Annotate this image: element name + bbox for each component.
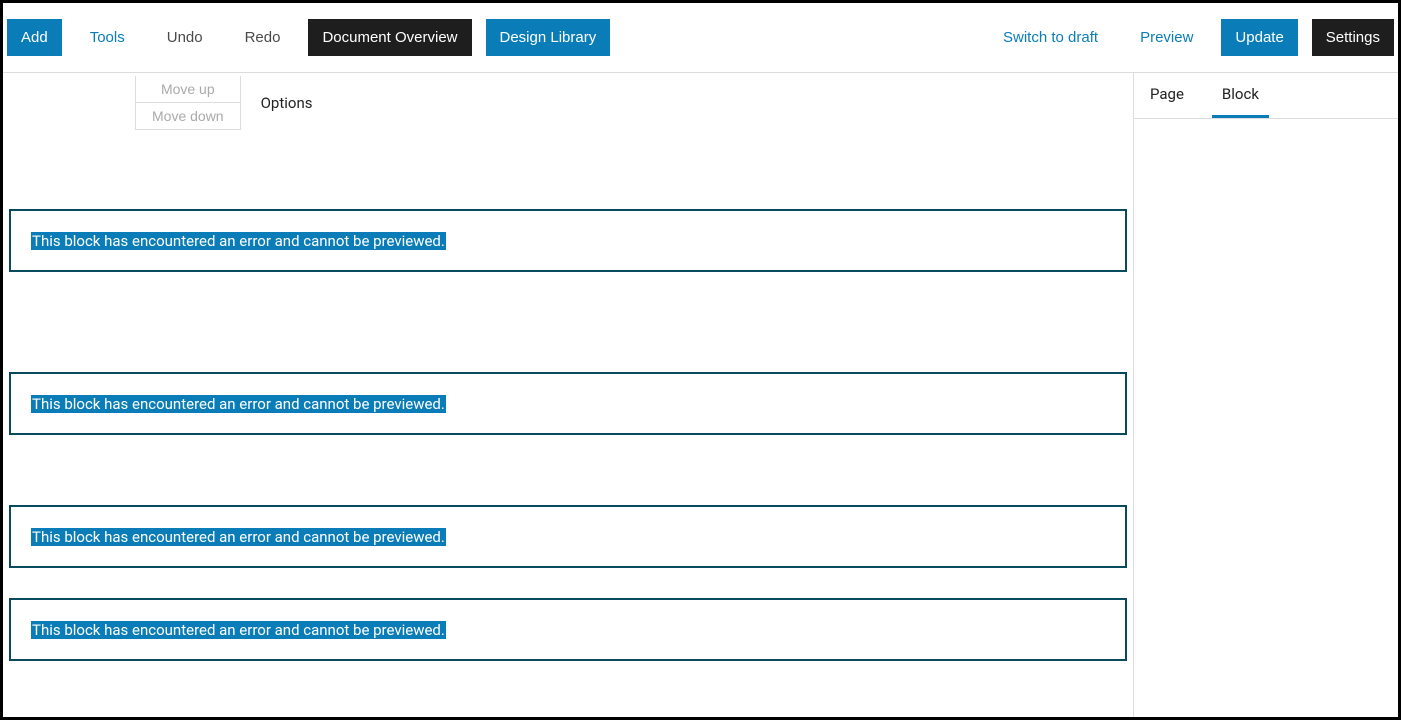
tab-block[interactable]: Block <box>1212 85 1269 118</box>
document-overview-button[interactable]: Document Overview <box>308 19 471 56</box>
add-button[interactable]: Add <box>7 19 62 56</box>
block-toolbar: Move up Move down Options <box>3 73 1133 133</box>
editor-scroll[interactable]: Move up Move down Options This block has… <box>3 73 1133 717</box>
design-library-button[interactable]: Design Library <box>486 19 611 56</box>
tools-button[interactable]: Tools <box>76 19 139 56</box>
update-button[interactable]: Update <box>1221 19 1297 56</box>
move-up-button[interactable]: Move up <box>136 76 240 102</box>
undo-button[interactable]: Undo <box>153 19 217 56</box>
editor-body: Move up Move down Options This block has… <box>3 73 1398 717</box>
block-error[interactable]: This block has encountered an error and … <box>9 209 1127 272</box>
block-error[interactable]: This block has encountered an error and … <box>9 505 1127 568</box>
sidebar-tabs: Page Block <box>1134 73 1398 118</box>
settings-button[interactable]: Settings <box>1312 19 1394 56</box>
block-error-text: This block has encountered an error and … <box>31 528 446 546</box>
editor-toolbar: Add Tools Undo Redo Document Overview De… <box>3 3 1398 73</box>
tab-page[interactable]: Page <box>1150 85 1184 118</box>
redo-button[interactable]: Redo <box>231 19 295 56</box>
toolbar-right: Switch to draft Preview Update Settings <box>975 19 1394 56</box>
options-button[interactable]: Options <box>261 94 313 112</box>
toolbar-left: Add Tools Undo Redo Document Overview De… <box>7 19 624 56</box>
block-error-text: This block has encountered an error and … <box>31 232 446 250</box>
block-error-text: This block has encountered an error and … <box>31 621 446 639</box>
sidebar-divider <box>1134 118 1398 119</box>
move-down-button[interactable]: Move down <box>136 102 240 129</box>
switch-to-draft-button[interactable]: Switch to draft <box>989 19 1112 56</box>
editor-column: Move up Move down Options This block has… <box>3 73 1133 717</box>
preview-button[interactable]: Preview <box>1126 19 1207 56</box>
editor-content: This block has encountered an error and … <box>3 133 1133 717</box>
settings-sidebar: Page Block <box>1133 73 1398 717</box>
block-error[interactable]: This block has encountered an error and … <box>9 598 1127 661</box>
block-error[interactable]: This block has encountered an error and … <box>9 372 1127 435</box>
block-error-text: This block has encountered an error and … <box>31 395 446 413</box>
move-group: Move up Move down <box>135 76 241 130</box>
